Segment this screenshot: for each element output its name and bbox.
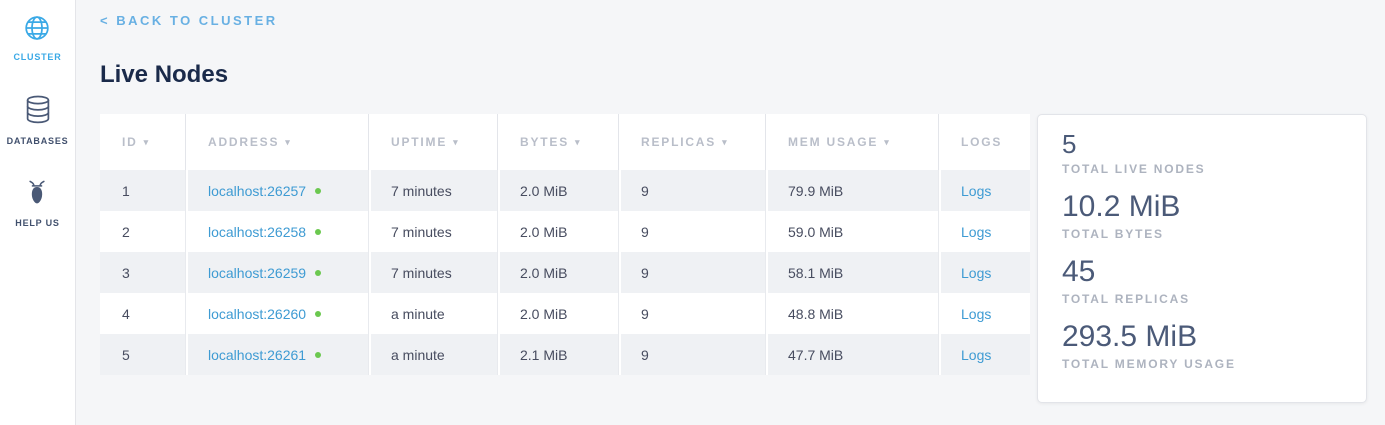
main-content: < BACK TO CLUSTER Live Nodes ID▾ ADDRESS… [76, 0, 1385, 425]
node-address-cell: localhost:26257 [185, 170, 368, 211]
node-logs-cell: Logs [938, 334, 1030, 375]
node-mem-usage-cell: 48.8 MiB [765, 293, 938, 334]
page-title: Live Nodes [100, 60, 1367, 90]
table-row: 4 localhost:26260 a minute 2.0 MiB 9 48.… [100, 293, 1030, 334]
cluster-summary-card: 5 TOTAL LIVE NODES 10.2 MiB TOTAL BYTES … [1037, 114, 1367, 403]
node-address-cell: localhost:26260 [185, 293, 368, 334]
stat-value: 10.2 MiB [1062, 189, 1342, 225]
node-address-link[interactable]: localhost:26257 [208, 183, 306, 199]
stat-label: TOTAL MEMORY USAGE [1062, 357, 1342, 371]
column-header-logs: LOGS [938, 114, 1030, 170]
sort-arrow-icon: ▾ [722, 137, 728, 147]
node-uptime-cell: 7 minutes [368, 170, 497, 211]
node-uptime-cell: 7 minutes [368, 252, 497, 293]
stat-label: TOTAL REPLICAS [1062, 292, 1342, 306]
node-address-link[interactable]: localhost:26261 [208, 347, 306, 363]
node-logs-cell: Logs [938, 211, 1030, 252]
node-live-status-dot [315, 352, 321, 358]
stat-label: TOTAL BYTES [1062, 227, 1342, 241]
node-logs-cell: Logs [938, 170, 1030, 211]
column-header-bytes[interactable]: BYTES▾ [497, 114, 618, 170]
node-uptime-cell: 7 minutes [368, 211, 497, 252]
column-header-id[interactable]: ID▾ [100, 114, 185, 170]
bug-icon [24, 179, 50, 212]
sort-arrow-icon: ▾ [285, 137, 291, 147]
node-replicas-cell: 9 [618, 293, 765, 334]
app-window: CLUSTER DATABASES [0, 0, 1385, 425]
node-id-cell: 1 [100, 170, 185, 211]
node-id-cell: 3 [100, 252, 185, 293]
column-header-replicas[interactable]: REPLICAS▾ [618, 114, 765, 170]
table-header: ID▾ ADDRESS▾ UPTIME▾ BYTES▾ REPLICAS▾ ME… [100, 114, 1030, 170]
table-row: 3 localhost:26259 7 minutes 2.0 MiB 9 58… [100, 252, 1030, 293]
node-bytes-cell: 2.0 MiB [497, 170, 618, 211]
node-uptime-cell: a minute [368, 334, 497, 375]
node-address-link[interactable]: localhost:26259 [208, 265, 306, 281]
node-live-status-dot [315, 311, 321, 317]
node-replicas-cell: 9 [618, 252, 765, 293]
stat-value: 293.5 MiB [1062, 319, 1342, 355]
node-live-status-dot [315, 229, 321, 235]
column-header-address[interactable]: ADDRESS▾ [185, 114, 368, 170]
sort-arrow-icon: ▾ [144, 137, 150, 147]
node-address-cell: localhost:26261 [185, 334, 368, 375]
stat-label: TOTAL LIVE NODES [1062, 162, 1342, 176]
node-id-cell: 5 [100, 334, 185, 375]
node-live-status-dot [315, 270, 321, 276]
databases-icon [24, 95, 52, 130]
sidebar-item-help-us[interactable]: HELP US [15, 179, 59, 228]
node-replicas-cell: 9 [618, 334, 765, 375]
node-address-link[interactable]: localhost:26260 [208, 306, 306, 322]
logs-link[interactable]: Logs [961, 265, 991, 281]
sort-arrow-icon: ▾ [453, 137, 459, 147]
sidebar: CLUSTER DATABASES [0, 0, 76, 425]
column-header-uptime[interactable]: UPTIME▾ [368, 114, 497, 170]
logs-link[interactable]: Logs [961, 224, 991, 240]
sort-arrow-icon: ▾ [884, 137, 890, 147]
stat-total-bytes: 10.2 MiB TOTAL BYTES [1062, 189, 1342, 241]
node-logs-cell: Logs [938, 252, 1030, 293]
logs-link[interactable]: Logs [961, 183, 991, 199]
sidebar-item-label: DATABASES [7, 136, 69, 146]
sidebar-item-cluster[interactable]: CLUSTER [13, 15, 61, 62]
table-row: 2 localhost:26258 7 minutes 2.0 MiB 9 59… [100, 211, 1030, 252]
node-mem-usage-cell: 59.0 MiB [765, 211, 938, 252]
sidebar-item-label: HELP US [15, 218, 59, 228]
sidebar-item-label: CLUSTER [13, 52, 61, 62]
globe-icon [24, 15, 50, 46]
node-mem-usage-cell: 58.1 MiB [765, 252, 938, 293]
node-address-cell: localhost:26258 [185, 211, 368, 252]
logs-link[interactable]: Logs [961, 306, 991, 322]
node-replicas-cell: 9 [618, 211, 765, 252]
logs-link[interactable]: Logs [961, 347, 991, 363]
table-row: 5 localhost:26261 a minute 2.1 MiB 9 47.… [100, 334, 1030, 375]
node-address-cell: localhost:26259 [185, 252, 368, 293]
live-nodes-table: ID▾ ADDRESS▾ UPTIME▾ BYTES▾ REPLICAS▾ ME… [100, 114, 1030, 375]
stat-total-live-nodes: 5 TOTAL LIVE NODES [1062, 129, 1342, 176]
stat-total-memory-usage: 293.5 MiB TOTAL MEMORY USAGE [1062, 319, 1342, 371]
sidebar-item-databases[interactable]: DATABASES [7, 95, 69, 146]
node-replicas-cell: 9 [618, 170, 765, 211]
node-mem-usage-cell: 79.9 MiB [765, 170, 938, 211]
content-row: ID▾ ADDRESS▾ UPTIME▾ BYTES▾ REPLICAS▾ ME… [100, 114, 1367, 403]
node-id-cell: 4 [100, 293, 185, 334]
stat-total-replicas: 45 TOTAL REPLICAS [1062, 254, 1342, 306]
node-bytes-cell: 2.0 MiB [497, 252, 618, 293]
node-bytes-cell: 2.0 MiB [497, 293, 618, 334]
stat-value: 5 [1062, 129, 1342, 160]
stat-value: 45 [1062, 254, 1342, 290]
node-bytes-cell: 2.1 MiB [497, 334, 618, 375]
node-live-status-dot [315, 188, 321, 194]
back-to-cluster-link[interactable]: < BACK TO CLUSTER [100, 13, 278, 28]
node-id-cell: 2 [100, 211, 185, 252]
node-logs-cell: Logs [938, 293, 1030, 334]
node-address-link[interactable]: localhost:26258 [208, 224, 306, 240]
table-row: 1 localhost:26257 7 minutes 2.0 MiB 9 79… [100, 170, 1030, 211]
node-mem-usage-cell: 47.7 MiB [765, 334, 938, 375]
sort-arrow-icon: ▾ [575, 137, 581, 147]
node-bytes-cell: 2.0 MiB [497, 211, 618, 252]
column-header-mem-usage[interactable]: MEM USAGE▾ [765, 114, 938, 170]
node-uptime-cell: a minute [368, 293, 497, 334]
